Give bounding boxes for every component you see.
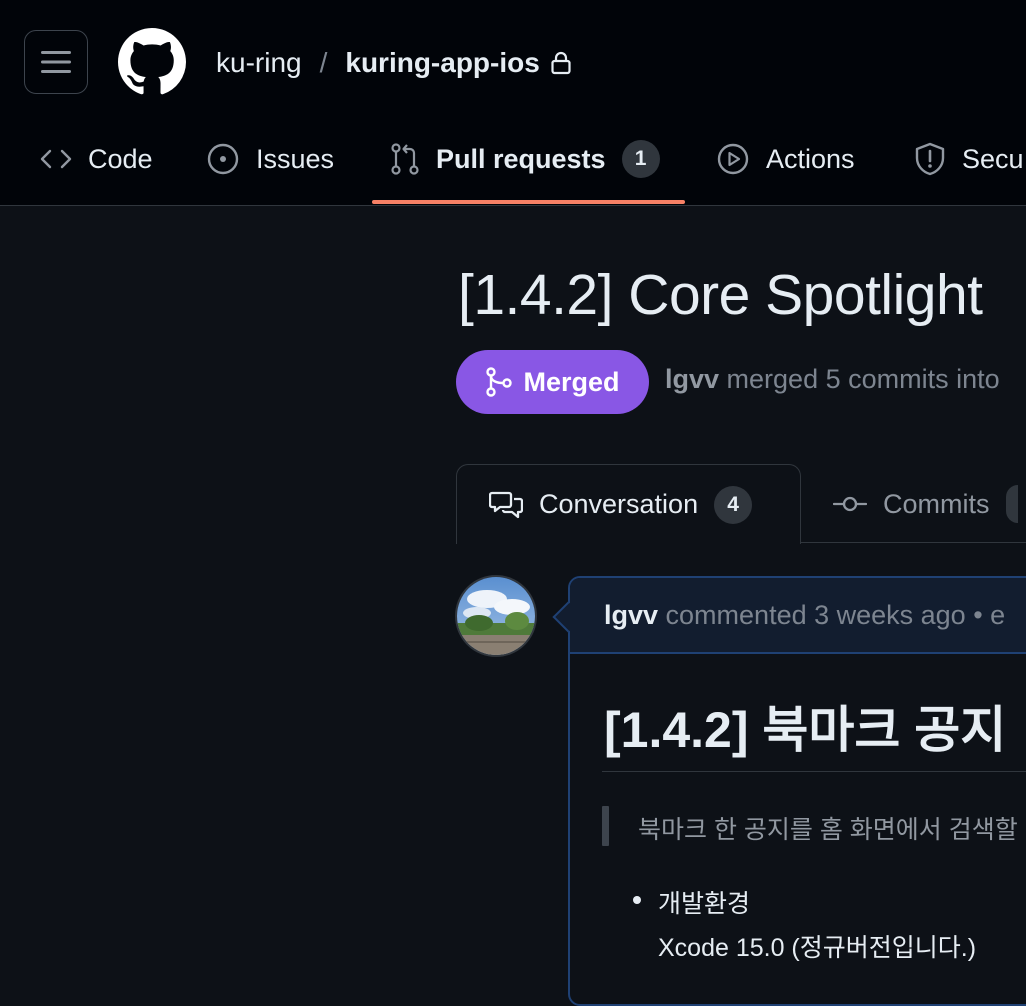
comment-meta: lgvv commented 3 weeks ago • e [604, 600, 1005, 631]
comment-discussion-icon [489, 491, 523, 518]
commits-counter [1005, 485, 1018, 523]
git-pull-request-icon [391, 143, 419, 175]
conversation-counter: 4 [714, 485, 753, 524]
git-merge-icon [486, 367, 513, 397]
play-icon [717, 143, 749, 175]
comment-heading: [1.4.2] 북마크 공지 [604, 702, 1007, 758]
tab-label: Pull requests [436, 143, 606, 174]
tab-code[interactable]: Code [40, 126, 153, 192]
list-item-detail: Xcode 15.0 (정규버전입니다.) [658, 934, 977, 962]
list-bullet [633, 896, 641, 904]
git-commit-icon [833, 496, 867, 512]
active-tab-underline [372, 200, 685, 204]
pr-author-link[interactable]: lgvv [665, 364, 719, 394]
tab-issues[interactable]: Issues [206, 126, 334, 192]
list-item: 개발환경 [658, 890, 751, 918]
menu-button[interactable] [24, 30, 88, 94]
tab-label: Commits [883, 488, 990, 519]
tab-label: Issues [256, 143, 335, 174]
status-label: Merged [523, 366, 620, 397]
breadcrumb-owner-link[interactable]: ku-ring [216, 47, 302, 79]
breadcrumb-separator: / [319, 47, 328, 78]
pr-meta-text: merged 5 commits into [719, 364, 1000, 394]
hamburger-icon [41, 51, 71, 73]
avatar[interactable] [455, 575, 537, 657]
comment-author-link[interactable]: lgvv [604, 600, 658, 630]
breadcrumb-repo-link[interactable]: kuring-app-ios [345, 47, 539, 79]
app-header: ku-ring / kuring-app-ios Code Issues Pul… [0, 0, 1026, 206]
tab-label: Conversation [539, 489, 699, 519]
repo-nav-tabs: Code Issues Pull requests 1 Actions Secu [0, 126, 1026, 206]
comment-header: lgvv commented 3 weeks ago • e [570, 578, 1026, 654]
issue-opened-icon [207, 143, 239, 175]
tab-label: Code [88, 143, 153, 174]
pull-requests-counter: 1 [621, 140, 660, 178]
lock-icon [550, 51, 572, 75]
tab-actions[interactable]: Actions [716, 126, 855, 192]
pr-title: [1.4.2] Core Spotlight [458, 263, 983, 327]
blockquote-text: 북마크 한 공지를 홈 화면에서 검색할 [638, 816, 1018, 844]
merged-status-badge: Merged [456, 350, 649, 414]
tab-label: Secu [962, 143, 1024, 174]
github-logo-icon[interactable] [118, 28, 186, 96]
tab-label: Actions [766, 143, 855, 174]
tab-commits[interactable]: Commits [833, 464, 1018, 544]
breadcrumb: ku-ring / kuring-app-ios [216, 44, 572, 82]
code-icon [40, 149, 72, 169]
comment-meta-text: commented 3 weeks ago • e [658, 600, 1006, 630]
tab-conversation[interactable]: Conversation 4 [456, 464, 801, 544]
shield-icon [915, 142, 945, 176]
tab-security[interactable]: Secu [914, 126, 1024, 192]
pr-meta: lgvv merged 5 commits into [665, 364, 1000, 395]
tab-pull-requests[interactable]: Pull requests 1 [390, 126, 660, 192]
blockquote-bar [602, 806, 609, 846]
heading-divider [602, 771, 1026, 772]
